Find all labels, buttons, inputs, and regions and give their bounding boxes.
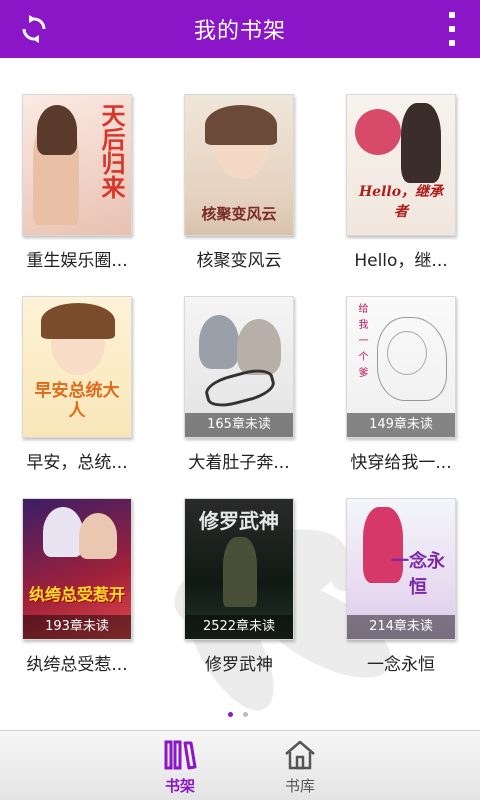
- book-item[interactable]: 核聚变风云 核聚变风云: [174, 94, 304, 271]
- unread-count-badge: 149章未读: [347, 413, 455, 437]
- book-cover[interactable]: 一念永恒 214章未读: [346, 498, 456, 640]
- book-title: 重生娱乐圈...: [26, 251, 128, 271]
- page-dot: [243, 712, 248, 717]
- book-title: 快穿给我一...: [350, 453, 452, 473]
- book-item[interactable]: Hello，继承者 Hello，继...: [336, 94, 466, 271]
- cover-text: 一念永恒: [391, 551, 445, 598]
- cover-text: 核聚变风云: [201, 205, 277, 223]
- book-cover[interactable]: 核聚变风云: [184, 94, 294, 236]
- app-header: 我的书架: [0, 0, 480, 58]
- book-item[interactable]: 给我一个爹 149章未读 快穿给我一...: [336, 296, 466, 473]
- book-item[interactable]: 纨绔总受惹开 193章未读 纨绔总受惹...: [12, 498, 142, 675]
- tab-bookshelf[interactable]: 书架: [130, 731, 230, 800]
- book-cover[interactable]: 修罗武神 2522章未读: [184, 498, 294, 640]
- book-cover[interactable]: 165章未读: [184, 296, 294, 438]
- book-cover[interactable]: 纨绔总受惹开 193章未读: [22, 498, 132, 640]
- book-item[interactable]: 一念永恒 214章未读 一念永恒: [336, 498, 466, 675]
- cover-text: 修罗武神: [199, 509, 279, 533]
- page-dot-active: [228, 712, 233, 717]
- unread-count-badge: 214章未读: [347, 615, 455, 639]
- page-title: 我的书架: [193, 19, 286, 44]
- refresh-icon[interactable]: [16, 11, 52, 47]
- book-item[interactable]: 修罗武神 2522章未读 修罗武神: [174, 498, 304, 675]
- cover-text: 纨绔总受惹开: [28, 585, 125, 604]
- book-cover[interactable]: 给我一个爹 149章未读: [346, 296, 456, 438]
- home-icon: [285, 740, 315, 770]
- book-title: 一念永恒: [367, 655, 435, 675]
- book-cover[interactable]: 天后归来: [22, 94, 132, 236]
- book-title: 修罗武神: [205, 655, 273, 675]
- tab-library[interactable]: 书库: [250, 731, 350, 800]
- bottom-tab-bar: 书架 书库: [0, 730, 480, 800]
- book-cover[interactable]: 早安总统大人: [22, 296, 132, 438]
- book-item[interactable]: 天后归来 重生娱乐圈...: [12, 94, 142, 271]
- cover-text: 天后归来: [97, 103, 126, 199]
- more-options-icon[interactable]: [448, 12, 456, 46]
- book-item[interactable]: 早安总统大人 早安，总统...: [12, 296, 142, 473]
- cover-text: 给我一个爹: [356, 303, 367, 383]
- book-cover[interactable]: Hello，继承者: [346, 94, 456, 236]
- unread-count-badge: 2522章未读: [185, 615, 293, 639]
- bookshelf-icon: [164, 740, 197, 770]
- book-title: Hello，继...: [354, 251, 448, 271]
- unread-count-badge: 193章未读: [23, 615, 131, 639]
- cover-text: Hello，继承者: [358, 184, 444, 220]
- unread-count-badge: 165章未读: [185, 413, 293, 437]
- book-title: 纨绔总受惹...: [26, 655, 128, 675]
- book-item[interactable]: 165章未读 大着肚子奔...: [174, 296, 304, 473]
- book-title: 早安，总统...: [26, 453, 128, 473]
- bookshelf-grid: 天后归来 重生娱乐圈... 核聚变风云 核聚变风云 Hello，继承者 Hell…: [0, 58, 480, 730]
- tab-label: 书库: [284, 777, 315, 795]
- book-title: 大着肚子奔...: [188, 453, 290, 473]
- cover-text: 早安总统大人: [34, 381, 120, 421]
- book-title: 核聚变风云: [196, 251, 282, 271]
- page-indicator: [228, 712, 248, 717]
- tab-label: 书架: [164, 777, 195, 795]
